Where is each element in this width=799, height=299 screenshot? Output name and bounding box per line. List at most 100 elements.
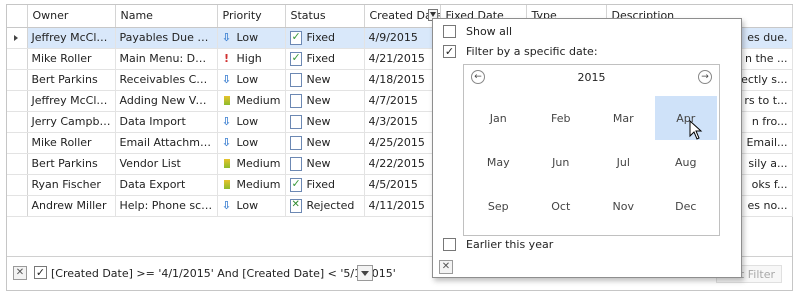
row-indicator[interactable] (7, 27, 28, 49)
cell-created-date[interactable]: 4/22/2015 (364, 153, 441, 175)
filter-enabled-checkbox[interactable]: ✓ (34, 266, 47, 279)
specific-date-label: Filter by a specific date: (466, 45, 598, 58)
row-indicator[interactable] (7, 153, 28, 175)
cell-name[interactable]: Adding New Ven... (115, 90, 218, 112)
month-aug[interactable]: Aug (655, 140, 718, 184)
cell-name[interactable]: Payables Due Ca... (115, 27, 218, 49)
earlier-this-year-label: Earlier this year (466, 238, 554, 251)
cell-owner[interactable]: Jerry Campbell (27, 111, 116, 133)
month-apr[interactable]: Apr (654, 96, 717, 140)
specific-date-option[interactable]: ✓ Filter by a specific date: (443, 45, 598, 58)
close-popup-icon[interactable]: ✕ (439, 260, 453, 274)
clear-filter-icon[interactable]: ✕ (13, 266, 27, 280)
arrow-down-icon: ⇩ (221, 199, 232, 212)
cell-priority[interactable]: Medium (217, 174, 286, 196)
cell-created-date[interactable]: 4/3/2015 (364, 111, 441, 133)
cell-owner[interactable]: Mike Roller (27, 132, 116, 154)
next-year-icon[interactable]: → (698, 70, 712, 84)
document-check-icon (289, 177, 302, 192)
cell-status[interactable]: Fixed (285, 48, 365, 70)
document-icon (289, 156, 302, 171)
earlier-this-year-option[interactable]: Earlier this year (443, 238, 553, 251)
cell-status[interactable]: New (285, 111, 365, 133)
cell-owner[interactable]: Jeffrey McClain (27, 27, 116, 49)
cell-created-date[interactable]: 4/11/2015 (364, 195, 441, 217)
column-header-status[interactable]: Status (285, 5, 365, 28)
month-feb[interactable]: Feb (530, 96, 593, 140)
cell-name[interactable]: Help: Phone scripts (115, 195, 218, 217)
month-jan[interactable]: Jan (467, 96, 530, 140)
month-mar[interactable]: Mar (592, 96, 655, 140)
cell-status[interactable]: Fixed (285, 174, 365, 196)
row-indicator[interactable] (7, 111, 28, 133)
month-jun[interactable]: Jun (530, 140, 593, 184)
status-label: New (306, 73, 331, 86)
cell-status[interactable]: New (285, 132, 365, 154)
month-jul[interactable]: Jul (592, 140, 655, 184)
cell-priority[interactable]: ⇩ Low (217, 27, 286, 49)
row-indicator[interactable] (7, 69, 28, 91)
cell-status[interactable]: Rejected (285, 195, 365, 217)
cell-owner[interactable]: Ryan Fischer (27, 174, 116, 196)
priority-label: Low (236, 73, 259, 86)
document-icon (289, 93, 302, 108)
cell-owner[interactable]: Mike Roller (27, 48, 116, 70)
month-dec[interactable]: Dec (655, 184, 718, 228)
calendar-year[interactable]: 2015 (464, 71, 719, 84)
column-header-owner[interactable]: Owner (27, 5, 116, 28)
column-header-created-date[interactable]: Created Date (364, 5, 441, 28)
cell-created-date[interactable]: 4/18/2015 (364, 69, 441, 91)
cell-status[interactable]: New (285, 69, 365, 91)
cell-created-date[interactable]: 4/25/2015 (364, 132, 441, 154)
document-x-icon (289, 198, 302, 213)
cell-created-date[interactable]: 4/7/2015 (364, 90, 441, 112)
row-indicator[interactable] (7, 90, 28, 112)
cell-priority[interactable]: ⇩ Low (217, 132, 286, 154)
cell-owner[interactable]: Bert Parkins (27, 69, 116, 91)
filter-expression[interactable]: [Created Date] >= '4/1/2015' And [Create… (51, 267, 396, 280)
earlier-this-year-checkbox[interactable] (443, 238, 456, 251)
cell-priority[interactable]: ⇩ Low (217, 69, 286, 91)
cell-owner[interactable]: Andrew Miller (27, 195, 116, 217)
document-icon (289, 135, 302, 150)
cell-name[interactable]: Receivables Calc... (115, 69, 218, 91)
medium-bar-icon (223, 96, 230, 105)
month-nov[interactable]: Nov (592, 184, 655, 228)
show-all-checkbox[interactable] (443, 25, 456, 38)
cell-name[interactable]: Data Export (115, 174, 218, 196)
row-indicator[interactable] (7, 132, 28, 154)
status-label: New (306, 136, 331, 149)
cell-status[interactable]: New (285, 90, 365, 112)
cell-name[interactable]: Main Menu: Dupli... (115, 48, 218, 70)
cell-created-date[interactable]: 4/5/2015 (364, 174, 441, 196)
cell-priority[interactable]: Medium (217, 90, 286, 112)
status-label: Fixed (306, 31, 336, 44)
month-oct[interactable]: Oct (530, 184, 593, 228)
row-indicator[interactable] (7, 195, 28, 217)
cell-created-date[interactable]: 4/21/2015 (364, 48, 441, 70)
cell-name[interactable]: Vendor List (115, 153, 218, 175)
month-sep[interactable]: Sep (467, 184, 530, 228)
cell-status[interactable]: Fixed (285, 27, 365, 49)
column-header-name[interactable]: Name (115, 5, 218, 28)
cell-priority[interactable]: ⇩ Low (217, 195, 286, 217)
header-indicator (7, 5, 28, 28)
cell-priority[interactable]: ! High (217, 48, 286, 70)
cell-owner[interactable]: Bert Parkins (27, 153, 116, 175)
cell-name[interactable]: Data Import (115, 111, 218, 133)
cell-priority[interactable]: Medium (217, 153, 286, 175)
cell-priority[interactable]: ⇩ Low (217, 111, 286, 133)
cell-owner[interactable]: Jeffrey McClain (27, 90, 116, 112)
row-indicator[interactable] (7, 48, 28, 70)
cell-created-date[interactable]: 4/9/2015 (364, 27, 441, 49)
current-row-icon (14, 34, 18, 41)
specific-date-checkbox[interactable]: ✓ (443, 45, 456, 58)
cell-name[interactable]: Email Attachments (115, 132, 218, 154)
cell-status[interactable]: New (285, 153, 365, 175)
date-filter-popup: Show all ✓ Filter by a specific date: ← … (432, 18, 742, 278)
row-indicator[interactable] (7, 174, 28, 196)
month-may[interactable]: May (467, 140, 530, 184)
column-header-priority[interactable]: Priority (217, 5, 286, 28)
filter-mru-dropdown[interactable] (357, 265, 373, 281)
show-all-option[interactable]: Show all (443, 25, 512, 38)
